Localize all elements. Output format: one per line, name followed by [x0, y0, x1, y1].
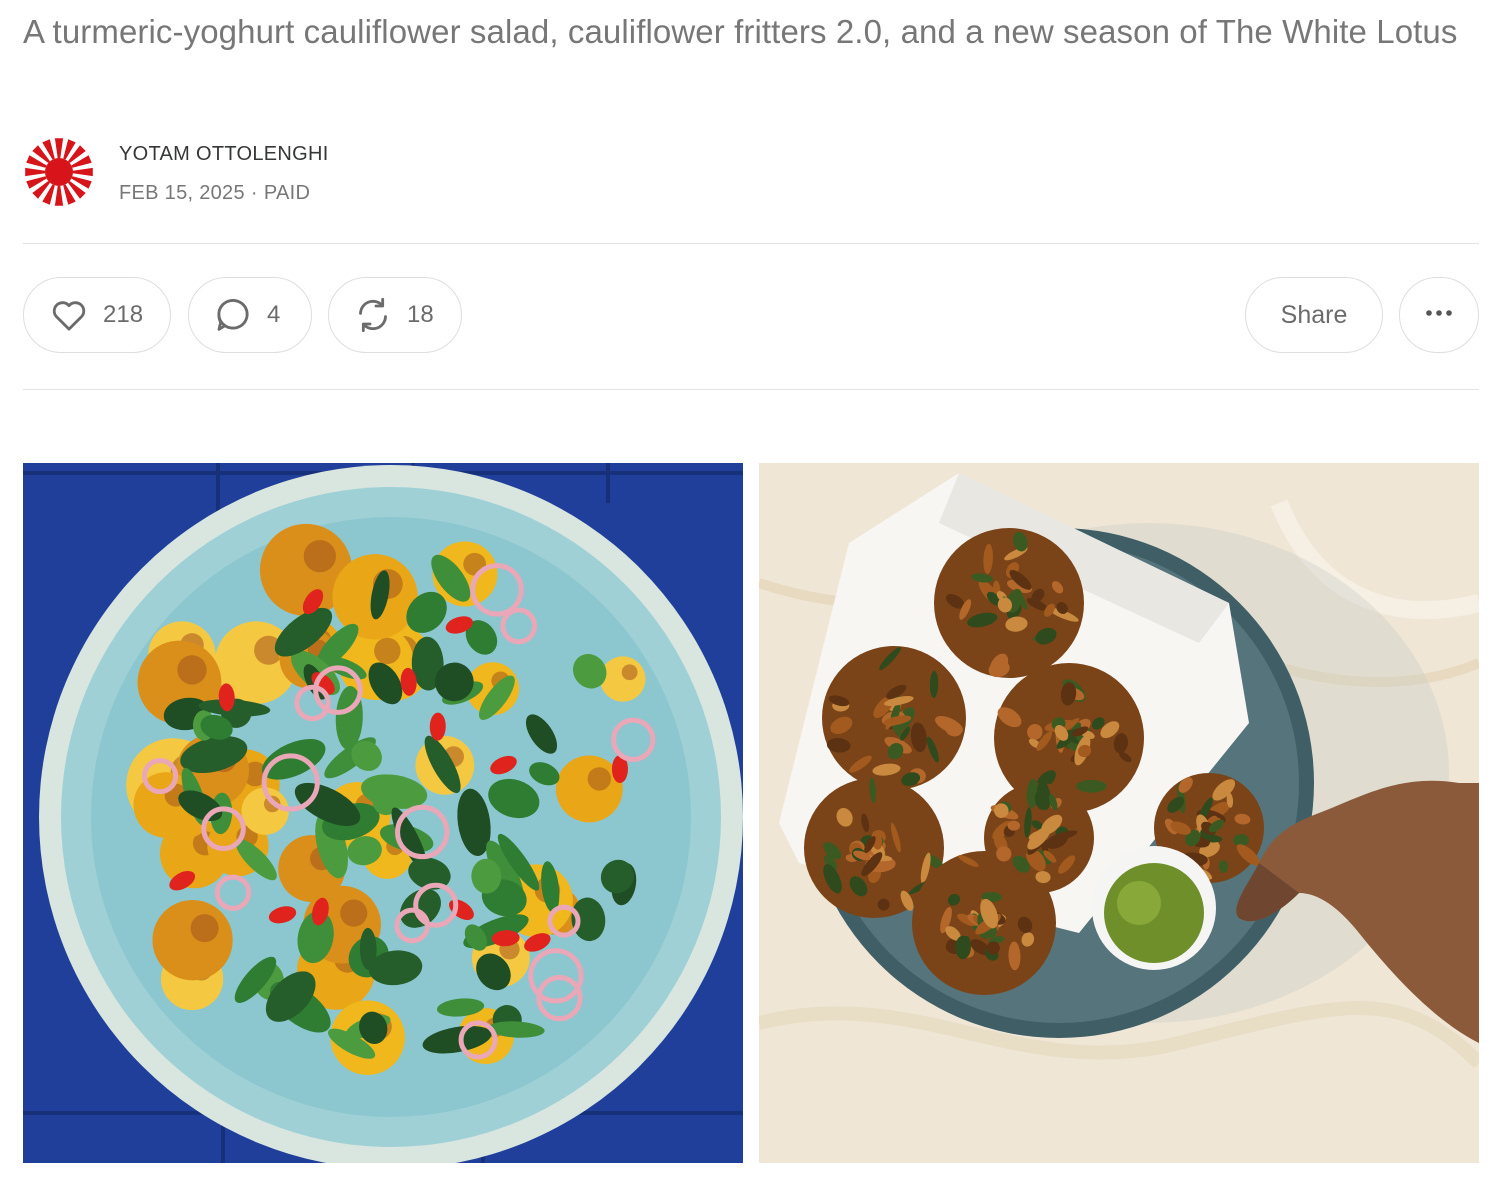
like-button[interactable]: 218 — [23, 277, 171, 353]
more-options-button[interactable] — [1399, 277, 1479, 353]
image-gallery — [23, 463, 1479, 1163]
post-byline: YOTAM OTTOLENGHI FEB 15, 2025 · PAID — [23, 136, 723, 208]
post-subtitle: A turmeric-yoghurt cauliflower salad, ca… — [23, 13, 1458, 50]
post-meta: FEB 15, 2025 · PAID — [119, 181, 310, 205]
cauliflower-salad-photo[interactable] — [23, 463, 743, 1163]
like-count: 218 — [103, 301, 144, 328]
rising-sun-logo — [23, 136, 95, 208]
comment-count: 4 — [267, 301, 281, 328]
ellipsis-icon — [1419, 306, 1459, 324]
share-button[interactable]: Share — [1245, 277, 1383, 353]
divider-top — [23, 243, 1479, 244]
speech-bubble-icon — [213, 295, 253, 335]
access-label: PAID — [263, 182, 311, 204]
restack-arrows-icon — [353, 295, 393, 335]
author-name[interactable]: YOTAM OTTOLENGHI — [119, 142, 329, 166]
divider-bottom — [23, 389, 1479, 390]
author-avatar[interactable] — [23, 136, 95, 208]
fritters-photo[interactable] — [759, 463, 1479, 1163]
heart-icon — [49, 295, 89, 335]
restack-count: 18 — [407, 301, 434, 328]
post-date: FEB 15, 2025 — [119, 182, 245, 204]
meta-separator: · — [250, 182, 258, 204]
restack-button[interactable]: 18 — [328, 277, 462, 353]
comment-button[interactable]: 4 — [188, 277, 312, 353]
post-actions-bar: 218 4 18 Share — [23, 277, 1479, 357]
